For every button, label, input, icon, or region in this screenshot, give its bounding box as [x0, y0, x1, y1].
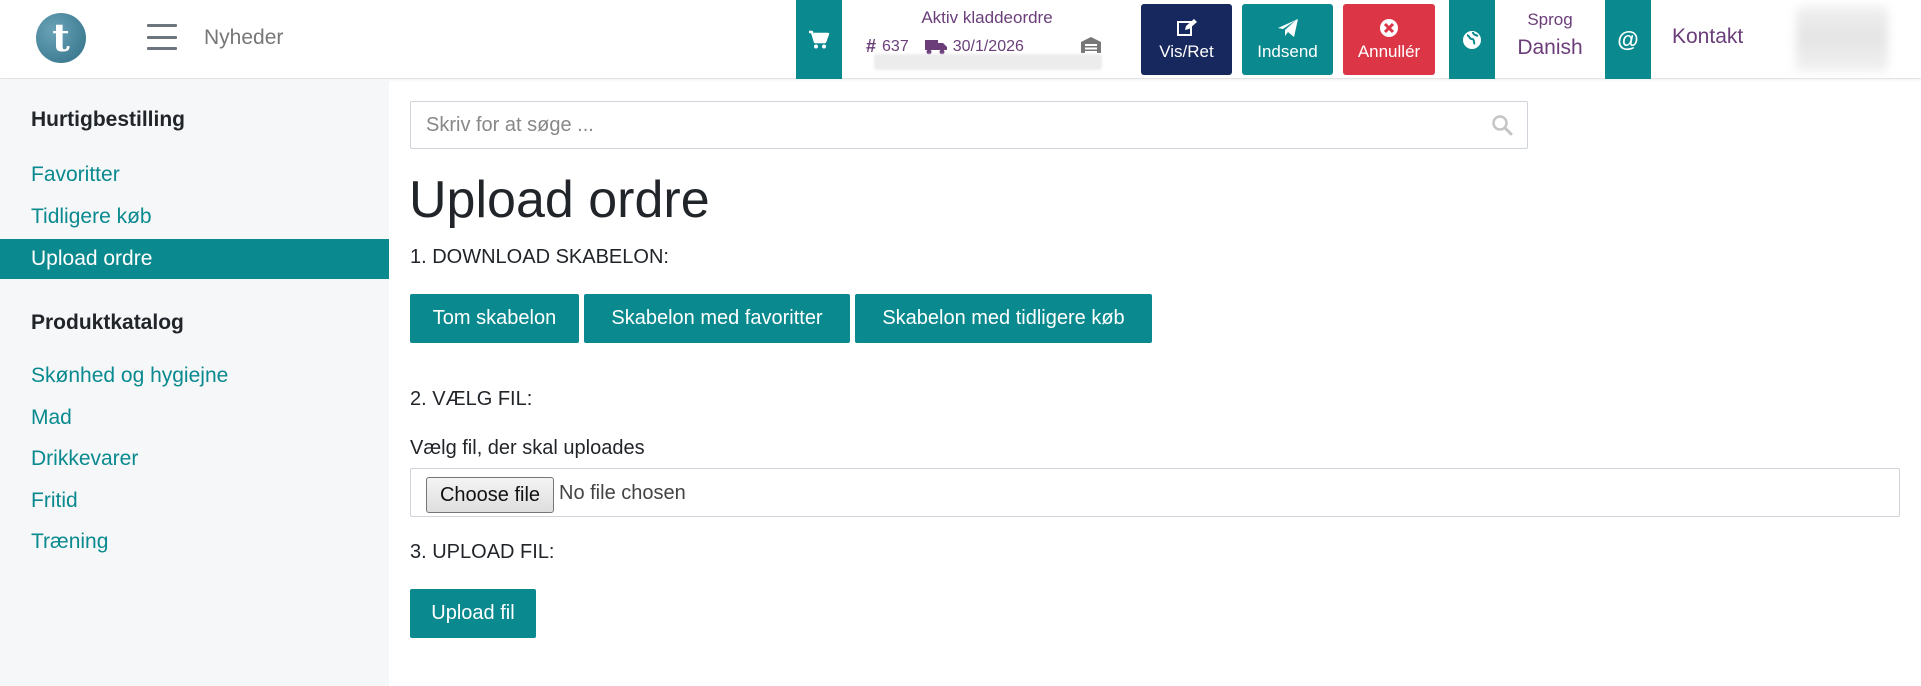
step-3-label: 3. UPLOAD FIL:	[410, 541, 555, 563]
choose-file-button[interactable]: Choose file	[426, 477, 554, 513]
sidebar-item-food[interactable]: Mad	[0, 398, 389, 438]
active-draft-order[interactable]: Aktiv kladdeordre # 637 30/1/2026	[862, 6, 1112, 72]
language-selector[interactable]: Sprog Danish	[1500, 10, 1600, 60]
sidebar-item-previous-purchases[interactable]: Tidligere køb	[0, 197, 389, 237]
search-icon[interactable]	[1491, 114, 1513, 136]
draft-delivery-date: 30/1/2026	[952, 37, 1024, 55]
search-box	[410, 101, 1528, 149]
submit-label: Indsend	[1257, 41, 1318, 61]
cancel-label: Annullér	[1357, 41, 1421, 61]
sidebar-item-upload-order[interactable]: Upload ordre	[0, 239, 389, 279]
sidebar-item-training[interactable]: Træning	[0, 522, 389, 562]
file-input-label: Vælg fil, der skal uploades	[410, 437, 645, 459]
sidebar: Hurtigbestilling Favoritter Tidligere kø…	[0, 80, 389, 686]
warehouse-icon	[1081, 37, 1101, 53]
favorites-template-button[interactable]: Skabelon med favoritter	[584, 294, 850, 343]
top-navbar: t Nyheder Aktiv kladdeordre # 637 30/1/2…	[0, 0, 1921, 79]
news-link[interactable]: Nyheder	[204, 26, 283, 50]
user-avatar-redacted[interactable]	[1796, 6, 1888, 72]
cancel-order-button[interactable]: Annullér	[1343, 4, 1435, 75]
search-input[interactable]	[411, 102, 1471, 148]
draft-details-redacted	[874, 54, 1102, 70]
close-circle-icon	[1380, 18, 1398, 37]
page-title: Upload ordre	[409, 171, 710, 229]
globe-icon	[1463, 30, 1481, 49]
step-2-label: 2. VÆLG FIL:	[410, 388, 533, 410]
upload-file-button[interactable]: Upload fil	[410, 589, 536, 638]
truck-icon	[924, 39, 947, 54]
sidebar-item-favorites[interactable]: Favoritter	[0, 155, 389, 195]
menu-icon[interactable]	[147, 24, 177, 50]
catalog-heading: Produktkatalog	[31, 311, 184, 334]
cart-button[interactable]	[796, 0, 842, 79]
sidebar-item-leisure[interactable]: Fritid	[0, 481, 389, 521]
empty-template-button[interactable]: Tom skabelon	[410, 294, 579, 343]
logo[interactable]: t	[36, 13, 86, 63]
sidebar-item-beauty-hygiene[interactable]: Skønhed og hygiejne	[0, 356, 389, 396]
logo-letter: t	[52, 15, 70, 60]
contact-button[interactable]: @	[1605, 0, 1651, 79]
contact-link[interactable]: Kontakt	[1672, 25, 1743, 49]
at-icon: @	[1617, 26, 1639, 52]
language-button[interactable]	[1449, 0, 1495, 79]
view-edit-button[interactable]: Vis/Ret	[1141, 4, 1232, 75]
edit-icon	[1176, 18, 1197, 36]
paper-plane-icon	[1277, 18, 1298, 37]
language-label: Sprog	[1527, 10, 1573, 29]
quick-order-heading: Hurtigbestilling	[31, 108, 185, 131]
file-input[interactable]: Choose file No file chosen	[410, 468, 1900, 517]
cart-icon	[809, 30, 830, 48]
submit-button[interactable]: Indsend	[1242, 4, 1333, 75]
previous-purchases-template-button[interactable]: Skabelon med tidligere køb	[855, 294, 1152, 343]
step-1-label: 1. DOWNLOAD SKABELON:	[410, 246, 669, 268]
sidebar-item-drinks[interactable]: Drikkevarer	[0, 439, 389, 479]
no-file-text: No file chosen	[559, 482, 686, 504]
draft-title: Aktiv kladdeordre	[921, 8, 1053, 27]
language-value: Danish	[1517, 36, 1583, 59]
view-edit-label: Vis/Ret	[1159, 41, 1214, 61]
draft-order-number: 637	[882, 37, 909, 55]
